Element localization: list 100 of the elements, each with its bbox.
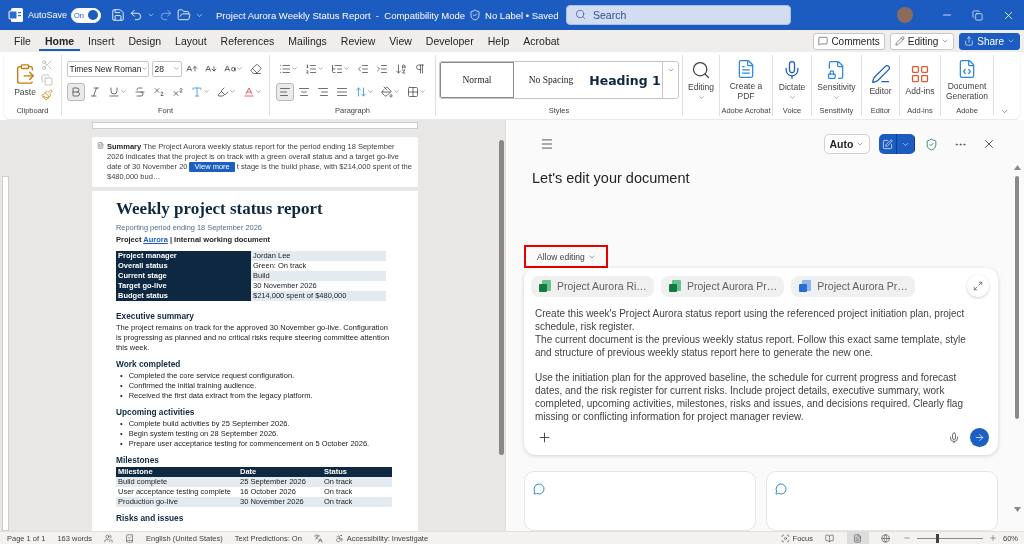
mode-dropdown[interactable]: Auto — [824, 134, 870, 154]
caret-icon — [202, 88, 210, 95]
summary-icon — [97, 142, 104, 149]
microphone-button[interactable] — [948, 431, 960, 444]
zoom-in-icon[interactable] — [989, 534, 997, 542]
caret-icon — [833, 93, 840, 101]
font-color-icon — [242, 85, 255, 98]
save-icon[interactable] — [111, 8, 126, 22]
menu-tab[interactable]: File — [8, 31, 37, 51]
slider-thumb[interactable] — [935, 533, 939, 543]
view-button[interactable] — [847, 532, 869, 544]
chat-bubble-icon — [533, 483, 545, 495]
editing-mode-button[interactable]: Editing — [889, 32, 955, 50]
font-name-field[interactable]: Times New Roman — [66, 60, 149, 77]
search-button[interactable]: Editing — [686, 59, 716, 101]
align-right-icon — [317, 85, 329, 98]
align-left-icon — [279, 85, 291, 98]
menu-tab[interactable]: Developer — [419, 31, 480, 51]
bold-icon — [69, 85, 82, 98]
app-icon — [8, 7, 24, 23]
bold-button[interactable] — [66, 82, 85, 101]
font-size-field[interactable]: 28 — [151, 60, 182, 77]
sensitivity-button[interactable]: Sensitivity — [815, 59, 858, 101]
share-icon — [964, 36, 975, 46]
plus-icon — [537, 430, 552, 445]
spreadsheet-icon — [538, 279, 552, 294]
new-chat-button[interactable] — [879, 134, 897, 154]
shield-icon — [924, 137, 938, 151]
underline-icon — [107, 85, 120, 98]
pilcrow-icon — [414, 62, 426, 75]
expand-button[interactable] — [967, 275, 989, 298]
text-effects-icon — [190, 85, 203, 98]
attachment-chip[interactable]: Project Aurora Ri… — [531, 275, 654, 297]
line-spacing-icon — [355, 85, 367, 98]
doc-gen-button[interactable]: Document Generation — [943, 59, 991, 101]
attachment-chip[interactable]: Project Aurora Pr… — [791, 275, 915, 297]
caret-icon — [119, 88, 127, 95]
people-icon — [104, 533, 113, 543]
scrollbar-thumb[interactable] — [1015, 176, 1019, 419]
shrink-font-icon — [204, 62, 217, 75]
menu-tab[interactable]: References — [214, 31, 281, 51]
scroll-down-arrow[interactable] — [1013, 507, 1021, 512]
more-styles-button[interactable] — [662, 62, 678, 98]
add-ins-button[interactable]: Add-ins — [903, 64, 937, 96]
section-heading: Upcoming activities — [116, 407, 196, 417]
scroll-up-arrow[interactable] — [1013, 165, 1021, 170]
caret-icon — [419, 88, 426, 95]
mic-button[interactable]: Dictate — [776, 59, 808, 101]
section-heading: Milestones — [116, 455, 160, 465]
caret-icon — [228, 88, 236, 95]
folder-icon[interactable] — [177, 8, 192, 22]
menu-tab[interactable]: Acrobat — [517, 31, 566, 51]
chat-bubble-icon — [775, 483, 787, 495]
section-heading: Executive summary — [116, 311, 195, 321]
menu-tab[interactable]: Design — [122, 31, 168, 51]
scrollbar-thumb[interactable] — [498, 140, 504, 455]
allow-editing-button[interactable]: Allow editing — [524, 245, 608, 269]
align-center-icon — [298, 85, 310, 98]
caret-icon — [317, 65, 324, 72]
subscript-icon — [152, 85, 165, 98]
menu-tab[interactable]: View — [383, 31, 418, 51]
spreadsheet-icon — [667, 279, 682, 294]
add-button[interactable] — [537, 430, 552, 445]
document-title: Project Aurora Weekly Status Report - Compatibility Mode — [216, 9, 466, 21]
new-chat-menu-button[interactable] — [897, 134, 915, 154]
style-option[interactable]: Normal — [440, 62, 514, 98]
close-icon — [982, 137, 996, 151]
search-field[interactable]: Search — [566, 5, 791, 25]
borders-icon — [407, 85, 419, 98]
align-left-button[interactable] — [276, 82, 294, 101]
editor-button[interactable]: Editor — [867, 64, 894, 96]
share-button[interactable]: Share — [959, 32, 1020, 50]
paint-bucket-icon — [381, 85, 393, 98]
format-painter-button[interactable] — [41, 89, 53, 101]
pdf-button[interactable]: Create a PDF — [723, 59, 769, 101]
undo-icon[interactable] — [129, 8, 144, 22]
caret-icon — [393, 88, 400, 95]
eraser-icon — [249, 62, 262, 75]
caret-icon[interactable] — [999, 107, 1009, 116]
menu-tab[interactable]: Layout — [169, 31, 213, 51]
menu-tab[interactable]: Review — [334, 31, 382, 51]
attachment-chip[interactable]: Project Aurora Pr… — [660, 275, 785, 297]
menu-icon — [540, 137, 554, 151]
caret-icon — [367, 88, 374, 95]
redo-icon[interactable] — [159, 8, 174, 22]
menu-tab[interactable]: Help — [481, 31, 516, 51]
menu-tab[interactable]: Home — [38, 31, 81, 51]
menu-tab[interactable]: Insert — [82, 31, 121, 51]
caret-icon[interactable] — [147, 11, 156, 19]
menu-button[interactable] — [540, 137, 554, 151]
prompt-text: Use the initiation plan for the approved baseline, the schedule for current progress and forecast dates, and the risk register for current risks. Include project details, executive summary, work completed, upcoming activities, milestones, risks and issues, and decisions required. Clearly flag missing or conflicting information for project manager review. — [535, 371, 964, 424]
document-heading: Weekly project status report — [116, 199, 324, 219]
caret-icon — [697, 93, 705, 101]
scissors-icon — [41, 59, 53, 71]
paste-button[interactable]: Paste — [12, 63, 38, 97]
send-button[interactable] — [970, 428, 989, 447]
comments-button[interactable]: Comments — [813, 32, 885, 50]
menu-tab[interactable]: Mailings — [282, 31, 333, 51]
justify-icon — [336, 85, 348, 98]
section-heading: Risks and issues — [116, 513, 185, 523]
